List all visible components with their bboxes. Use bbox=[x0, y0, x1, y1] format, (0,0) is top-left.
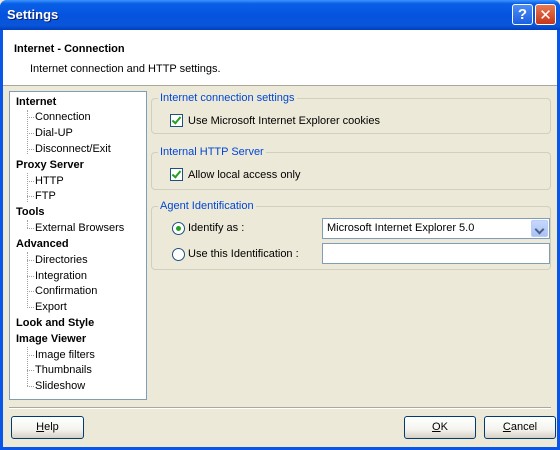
ok-button[interactable]: OK bbox=[404, 416, 476, 439]
close-icon: ✕ bbox=[539, 6, 552, 24]
tree-category-proxy-server[interactable]: Proxy Server bbox=[16, 159, 84, 171]
local-access-checkbox[interactable] bbox=[170, 168, 183, 181]
close-button[interactable]: ✕ bbox=[535, 4, 556, 25]
page-header: Internet - Connection Internet connectio… bbox=[3, 30, 557, 86]
tree-item-http[interactable]: HTTP bbox=[35, 175, 64, 187]
tree-category-look-and-style[interactable]: Look and Style bbox=[16, 317, 94, 329]
dialog-body: Internet - Connection Internet connectio… bbox=[3, 30, 557, 447]
tree-item-disconnect-exit[interactable]: Disconnect/Exit bbox=[35, 143, 111, 155]
tree-item-dial-up[interactable]: Dial-UP bbox=[35, 127, 73, 139]
ie-cookies-label[interactable]: Use Microsoft Internet Explorer cookies bbox=[188, 115, 380, 127]
page-title: Internet - Connection bbox=[14, 43, 125, 55]
help-icon: ? bbox=[517, 6, 528, 23]
radio-dot-icon bbox=[176, 226, 181, 231]
agent-identification-legend: Agent Identification bbox=[158, 200, 256, 212]
identify-as-radio[interactable] bbox=[172, 222, 185, 235]
custom-identification-radio[interactable] bbox=[172, 248, 185, 261]
tree-item-connection[interactable]: Connection bbox=[35, 111, 91, 123]
user-agent-select[interactable]: Microsoft Internet Explorer 5.0 bbox=[322, 218, 550, 239]
tree-item-integration[interactable]: Integration bbox=[35, 270, 87, 282]
help-title-button[interactable]: ? bbox=[512, 4, 533, 25]
settings-tree[interactable]: Internet Connection Dial-UP Disconnect/E… bbox=[9, 91, 147, 400]
check-mark-icon bbox=[171, 114, 182, 125]
tree-category-tools[interactable]: Tools bbox=[16, 206, 45, 218]
user-agent-select-value: Microsoft Internet Explorer 5.0 bbox=[327, 222, 475, 234]
local-access-label[interactable]: Allow local access only bbox=[188, 169, 301, 181]
tree-category-advanced[interactable]: Advanced bbox=[16, 238, 69, 250]
custom-identification-input[interactable] bbox=[322, 243, 550, 264]
tree-category-internet[interactable]: Internet bbox=[16, 96, 56, 108]
tree-category-image-viewer[interactable]: Image Viewer bbox=[16, 333, 86, 345]
help-button[interactable]: Help bbox=[11, 416, 84, 439]
tree-item-external-browsers[interactable]: External Browsers bbox=[35, 222, 124, 234]
tree-item-directories[interactable]: Directories bbox=[35, 254, 88, 266]
identify-as-label[interactable]: Identify as : bbox=[188, 222, 244, 234]
ie-cookies-checkbox[interactable] bbox=[170, 114, 183, 127]
footer-divider bbox=[9, 407, 551, 409]
chevron-down-icon[interactable] bbox=[531, 220, 548, 237]
tree-item-export[interactable]: Export bbox=[35, 301, 67, 313]
settings-window: Settings ? ✕ Internet - Connection Inter… bbox=[0, 0, 560, 450]
http-server-legend: Internal HTTP Server bbox=[158, 146, 266, 158]
tree-item-ftp[interactable]: FTP bbox=[35, 190, 56, 202]
page-subtitle: Internet connection and HTTP settings. bbox=[30, 63, 221, 75]
tree-item-confirmation[interactable]: Confirmation bbox=[35, 285, 97, 297]
connection-settings-legend: Internet connection settings bbox=[158, 92, 297, 104]
check-mark-icon bbox=[171, 168, 182, 179]
tree-item-thumbnails[interactable]: Thumbnails bbox=[35, 364, 92, 376]
window-title: Settings bbox=[7, 7, 59, 22]
tree-item-image-filters[interactable]: Image filters bbox=[35, 349, 95, 361]
cancel-button[interactable]: Cancel bbox=[484, 416, 556, 439]
tree-item-slideshow[interactable]: Slideshow bbox=[35, 380, 85, 392]
title-bar[interactable]: Settings ? ✕ bbox=[0, 0, 560, 30]
custom-identification-label[interactable]: Use this Identification : bbox=[188, 248, 299, 260]
